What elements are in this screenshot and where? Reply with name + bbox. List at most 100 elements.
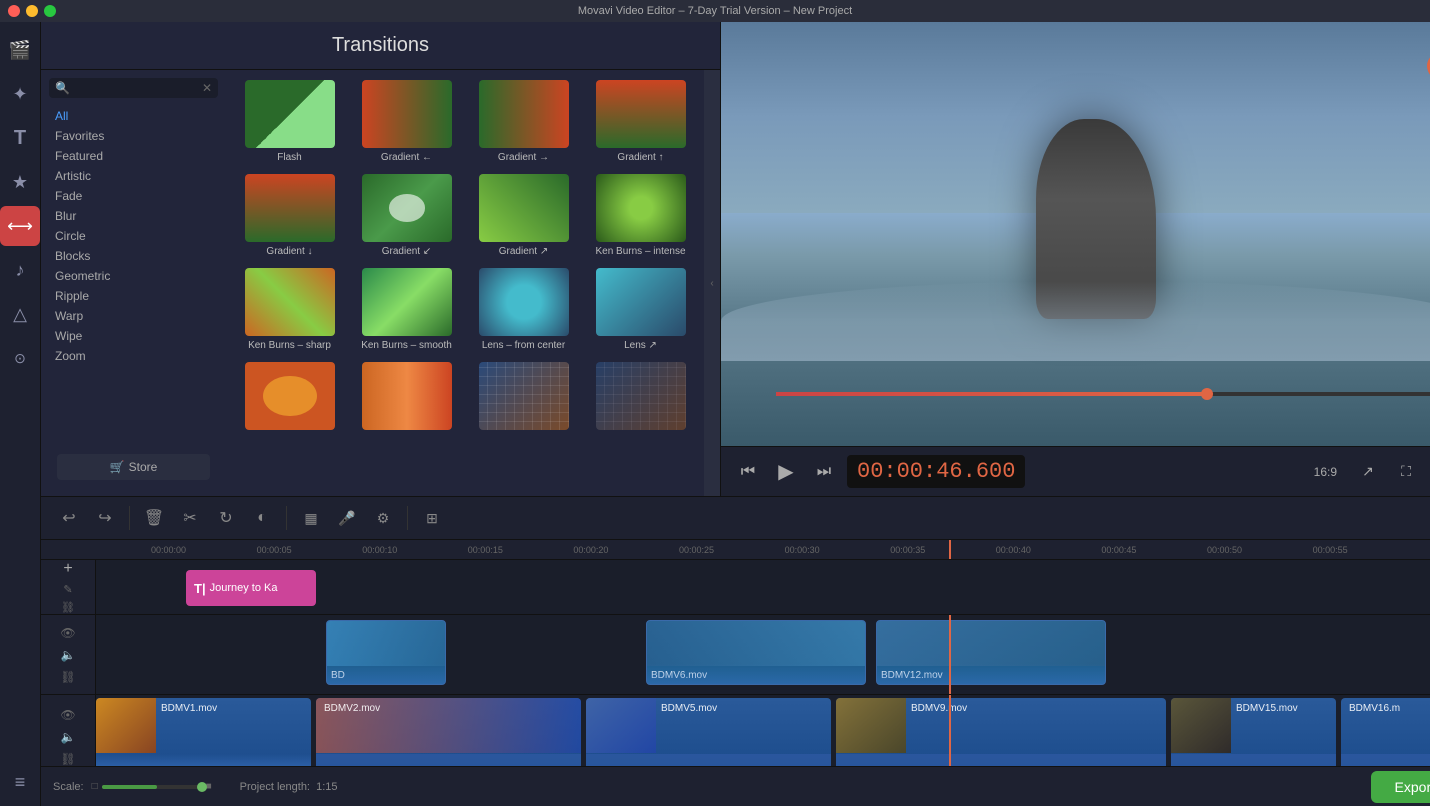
category-zoom[interactable]: Zoom bbox=[49, 346, 218, 366]
lines-tool-button[interactable]: ≡ bbox=[0, 762, 40, 802]
upper-clip-1[interactable]: BD bbox=[326, 620, 446, 685]
transition-flash[interactable]: Flash bbox=[234, 78, 345, 166]
category-ripple[interactable]: Ripple bbox=[49, 286, 218, 306]
main-clip-5[interactable]: BDMV15.mov bbox=[1171, 698, 1336, 766]
upper-clip-2[interactable]: BDMV6.mov bbox=[646, 620, 866, 685]
minimize-button[interactable] bbox=[26, 5, 38, 17]
scale-thumb[interactable] bbox=[197, 782, 207, 792]
text-track-edit-icon[interactable]: ✎ bbox=[59, 582, 77, 596]
transition-thumb-ken-intense bbox=[596, 174, 686, 242]
toolbar-divider-3 bbox=[407, 506, 408, 530]
skip-to-end-button[interactable]: ⏭ bbox=[809, 457, 839, 487]
main-clip-1[interactable]: BDMV1.mov bbox=[96, 698, 311, 766]
transition-extra2[interactable] bbox=[351, 360, 462, 435]
text-track-link-icon[interactable]: ⛓ bbox=[59, 600, 77, 614]
transition-thumb-grad-left bbox=[362, 80, 452, 148]
upper-video-lock-icon[interactable]: ⛓ bbox=[59, 668, 77, 686]
category-all[interactable]: All bbox=[49, 106, 218, 126]
upper-track-playhead bbox=[949, 615, 951, 694]
transition-label-grad-right: Gradient → bbox=[498, 151, 549, 164]
transition-grad-down[interactable]: Gradient ↓ bbox=[234, 172, 345, 260]
store-icon: 🛒 bbox=[110, 460, 125, 474]
transition-thumb-extra2 bbox=[362, 362, 452, 430]
close-button[interactable] bbox=[8, 5, 20, 17]
transition-extra3[interactable] bbox=[468, 360, 579, 435]
main-clip-3[interactable]: BDMV5.mov bbox=[586, 698, 831, 766]
film-tool-button[interactable]: 🎬 bbox=[0, 30, 40, 70]
store-button[interactable]: 🛒 Store bbox=[57, 454, 210, 480]
transition-grad-left[interactable]: Gradient ← bbox=[351, 78, 462, 166]
category-warp[interactable]: Warp bbox=[49, 306, 218, 326]
cut-button[interactable]: ✂ bbox=[174, 502, 206, 534]
preview-progress-bar[interactable] bbox=[776, 392, 1430, 396]
clear-search-icon[interactable]: ✕ bbox=[202, 81, 212, 95]
category-geometric[interactable]: Geometric bbox=[49, 266, 218, 286]
main-clip-6[interactable]: BDMV16.m bbox=[1341, 698, 1430, 766]
audio-record-button[interactable]: 🎤 bbox=[331, 502, 363, 534]
image-button[interactable]: ▦ bbox=[295, 502, 327, 534]
fullscreen-button[interactable]: ⛶ bbox=[1391, 457, 1421, 487]
adjustments-button[interactable]: ⊞ bbox=[416, 502, 448, 534]
title-tool-button[interactable]: T bbox=[0, 118, 40, 158]
toolbar-divider-1 bbox=[129, 506, 130, 530]
transition-extra4[interactable] bbox=[585, 360, 696, 435]
transition-lens-center[interactable]: Lens – from center bbox=[468, 266, 579, 354]
play-pause-button[interactable]: ▶ bbox=[771, 457, 801, 487]
redo-button[interactable]: ↪ bbox=[89, 502, 121, 534]
transition-tool-button[interactable]: ⟷ bbox=[0, 206, 40, 246]
timeline-area: 00:00:00 00:00:05 00:00:10 00:00:15 00:0… bbox=[41, 540, 1430, 766]
transitions-panel: Transitions 🔍 ✕ All Favorites Featured A… bbox=[41, 22, 721, 496]
search-icon: 🔍 bbox=[55, 81, 70, 95]
bottom-bar: Scale: □ ■ Project length: 1:15 Export bbox=[41, 766, 1430, 806]
main-clip-2[interactable]: BDMV2.mov bbox=[316, 698, 581, 766]
transition-thumb-ken-smooth bbox=[362, 268, 452, 336]
undo-button[interactable]: ↩ bbox=[53, 502, 85, 534]
transition-ken-intense[interactable]: Ken Burns – intense bbox=[585, 172, 696, 260]
transition-grad-diag2[interactable]: Gradient ↗ bbox=[468, 172, 579, 260]
filter-tool-button[interactable]: ✦ bbox=[0, 74, 40, 114]
transition-ken-sharp[interactable]: Ken Burns – sharp bbox=[234, 266, 345, 354]
main-video-link-icon[interactable]: ⛓ bbox=[59, 750, 77, 766]
camera-tool-button[interactable]: ⊙ bbox=[0, 338, 40, 378]
sticker-tool-button[interactable]: △ bbox=[0, 294, 40, 334]
main-video-visibility-icon[interactable]: 👁 bbox=[59, 706, 77, 724]
transition-grad-diag1[interactable]: Gradient ↙ bbox=[351, 172, 462, 260]
category-blocks[interactable]: Blocks bbox=[49, 246, 218, 266]
category-wipe[interactable]: Wipe bbox=[49, 326, 218, 346]
collapse-panel-button[interactable]: ‹ bbox=[704, 70, 720, 496]
category-fade[interactable]: Fade bbox=[49, 186, 218, 206]
upper-clip-3[interactable]: BDMV12.mov bbox=[876, 620, 1106, 685]
upper-video-mute-icon[interactable]: 🔈 bbox=[59, 646, 77, 664]
progress-handle[interactable] bbox=[1201, 388, 1213, 400]
settings-button[interactable]: ⚙ bbox=[367, 502, 399, 534]
search-input[interactable] bbox=[74, 82, 194, 94]
overlay-tool-button[interactable]: ★ bbox=[0, 162, 40, 202]
transition-grad-up[interactable]: Gradient ↑ bbox=[585, 78, 696, 166]
category-circle[interactable]: Circle bbox=[49, 226, 218, 246]
export-button[interactable]: Export bbox=[1371, 771, 1430, 803]
upper-clip-2-wave bbox=[647, 664, 865, 684]
main-video-mute-icon[interactable]: 🔈 bbox=[59, 728, 77, 746]
transition-extra1[interactable] bbox=[234, 360, 345, 435]
maximize-button[interactable] bbox=[44, 5, 56, 17]
transition-ken-smooth[interactable]: Ken Burns – smooth bbox=[351, 266, 462, 354]
category-favorites[interactable]: Favorites bbox=[49, 126, 218, 146]
transition-grad-right[interactable]: Gradient → bbox=[468, 78, 579, 166]
delete-button[interactable]: 🗑 bbox=[138, 502, 170, 534]
upper-video-visibility-icon[interactable]: 👁 bbox=[59, 624, 77, 642]
category-featured[interactable]: Featured bbox=[49, 146, 218, 166]
text-track-add-icon[interactable]: + bbox=[59, 560, 77, 578]
text-clip[interactable]: T| Journey to Ka bbox=[186, 570, 316, 606]
scale-slider[interactable] bbox=[102, 785, 202, 789]
category-artistic[interactable]: Artistic bbox=[49, 166, 218, 186]
transition-thumb-lens-diag bbox=[596, 268, 686, 336]
snapshot-button[interactable]: ↗ bbox=[1353, 457, 1383, 487]
transition-thumb-ken-sharp bbox=[245, 268, 335, 336]
rotate-button[interactable]: ↻ bbox=[210, 502, 242, 534]
color-button[interactable]: ◐ bbox=[246, 502, 278, 534]
category-blur[interactable]: Blur bbox=[49, 206, 218, 226]
skip-to-start-button[interactable]: ⏮ bbox=[733, 457, 763, 487]
main-clip-4[interactable]: BDMV9.mov bbox=[836, 698, 1166, 766]
audio-tool-button[interactable]: ♪ bbox=[0, 250, 40, 290]
transition-lens-diag[interactable]: Lens ↗ bbox=[585, 266, 696, 354]
